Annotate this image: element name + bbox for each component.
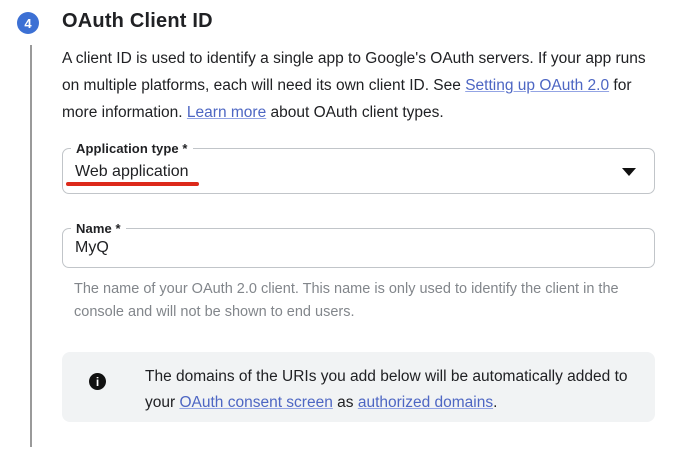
oauth-client-id-step: 4 OAuth Client ID A client ID is used to… [0, 0, 683, 449]
stepper-connector-line [30, 45, 32, 447]
info-box: i The domains of the URIs you add below … [62, 352, 655, 422]
application-type-label: Application type * [71, 140, 193, 157]
learn-more-link[interactable]: Learn more [187, 104, 266, 121]
application-type-value: Web application [75, 163, 189, 181]
page-title: OAuth Client ID [62, 10, 213, 33]
name-field-container: Name * [62, 228, 655, 268]
intro-text: about OAuth client types. [266, 104, 444, 121]
intro-paragraph: A client ID is used to identify a single… [62, 45, 658, 126]
info-text: . [493, 394, 497, 411]
name-input[interactable] [75, 230, 635, 266]
application-type-select[interactable]: Application type * Web application [62, 148, 655, 194]
setting-up-oauth-link[interactable]: Setting up OAuth 2.0 [465, 77, 609, 94]
dropdown-arrow-icon [622, 168, 636, 176]
step-number-badge: 4 [17, 12, 39, 34]
red-underline-annotation [66, 182, 199, 186]
authorized-domains-link[interactable]: authorized domains [358, 394, 493, 411]
info-text: as [333, 394, 358, 411]
oauth-consent-screen-link[interactable]: OAuth consent screen [179, 394, 332, 411]
step-number: 4 [24, 16, 31, 31]
info-box-text: The domains of the URIs you add below wi… [145, 364, 631, 416]
info-icon: i [89, 373, 106, 390]
name-helper-text: The name of your OAuth 2.0 client. This … [74, 278, 651, 324]
